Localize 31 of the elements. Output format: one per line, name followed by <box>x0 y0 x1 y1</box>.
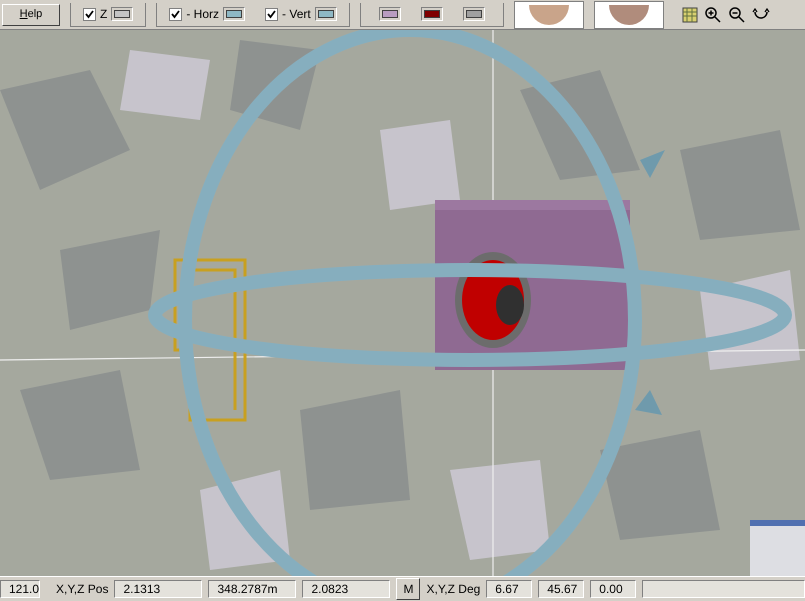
value-field: 2.0823 <box>302 580 390 598</box>
position-label: X,Y,Z Pos <box>56 581 108 598</box>
photo-placeholder <box>608 4 649 24</box>
checkbox-label: - Vert <box>282 6 311 23</box>
value-field: 2.1313 <box>114 580 202 598</box>
color-swatch-button[interactable] <box>111 7 134 21</box>
3d-scene-drawing[interactable] <box>0 30 805 576</box>
color-swatch-button[interactable] <box>462 7 485 21</box>
help-button[interactable]: Help <box>2 4 60 26</box>
checkbox-label: Z <box>100 6 108 23</box>
degree-label: X,Y,Z Deg <box>426 581 480 598</box>
view-thumbnail[interactable] <box>514 0 584 28</box>
mode-button[interactable]: M <box>396 578 420 600</box>
value-field: 6.67 <box>486 580 532 598</box>
value-field: 348.2787m <box>208 580 296 598</box>
zoom-in-icon[interactable] <box>704 6 722 24</box>
zoom-out-icon[interactable] <box>728 6 746 24</box>
checkbox[interactable] <box>83 8 96 20</box>
grid-map-icon[interactable] <box>682 6 698 22</box>
color-swatch-button[interactable] <box>378 7 401 21</box>
color-swatch-button[interactable] <box>420 7 443 21</box>
value-field: 0.00 <box>590 580 636 598</box>
value-field: 121.0 <box>0 580 40 598</box>
view-thumbnail[interactable] <box>594 0 664 28</box>
color-swatch-button[interactable] <box>314 7 337 21</box>
checkbox-label: - Horz <box>186 6 220 23</box>
photo-placeholder <box>528 4 569 24</box>
color-swatch-button[interactable] <box>223 7 246 21</box>
checkbox[interactable] <box>265 8 278 20</box>
checkbox[interactable] <box>169 8 182 20</box>
value-field: 45.67 <box>538 580 584 598</box>
